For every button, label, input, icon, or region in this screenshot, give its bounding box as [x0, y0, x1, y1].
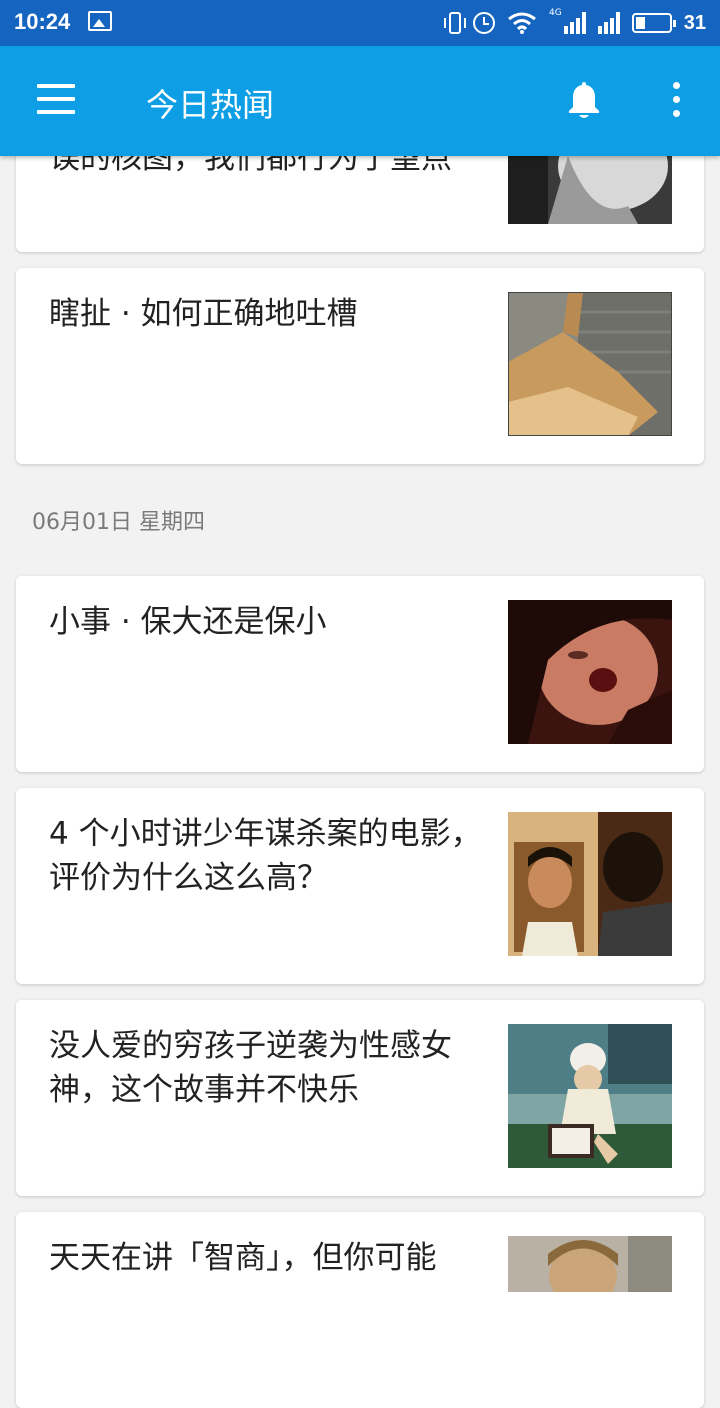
- app-bar: 今日热闻: [0, 46, 720, 156]
- story-card[interactable]: 小事 · 保大还是保小: [16, 576, 704, 772]
- story-thumbnail: [508, 600, 672, 744]
- date-section-header: 06月01日 星期四: [32, 510, 205, 535]
- story-card[interactable]: 天天在讲「智商」，但你可能: [16, 1212, 704, 1408]
- story-thumbnail: [508, 292, 672, 436]
- story-title: 没人爱的穷孩子逆袭为性感女神，这个故事并不快乐: [49, 1028, 452, 1108]
- story-title: 小事 · 保大还是保小: [49, 604, 327, 640]
- page-title: 今日热闻: [146, 86, 275, 124]
- story-card[interactable]: 4 个小时讲少年谋杀案的电影，评价为什么这么高？: [16, 788, 704, 984]
- more-vert-icon[interactable]: [670, 82, 682, 118]
- story-thumbnail: [508, 1236, 672, 1292]
- notifications-bell-icon[interactable]: [566, 80, 602, 120]
- story-title: 天天在讲「智商」，但你可能: [49, 1240, 437, 1276]
- story-card[interactable]: 没人爱的穷孩子逆袭为性感女神，这个故事并不快乐: [16, 1000, 704, 1196]
- story-title: 4 个小时讲少年谋杀案的电影，评价为什么这么高？: [49, 816, 482, 896]
- news-feed[interactable]: 误的核图，我们都行为了望点 瞎扯 · 如何正确地吐槽 06月01日 星期四 小事…: [0, 0, 720, 1408]
- menu-icon[interactable]: [37, 84, 75, 114]
- story-title: 瞎扯 · 如何正确地吐槽: [49, 296, 358, 332]
- story-thumbnail: [508, 812, 672, 956]
- story-thumbnail: [508, 1024, 672, 1168]
- story-card[interactable]: 瞎扯 · 如何正确地吐槽: [16, 268, 704, 464]
